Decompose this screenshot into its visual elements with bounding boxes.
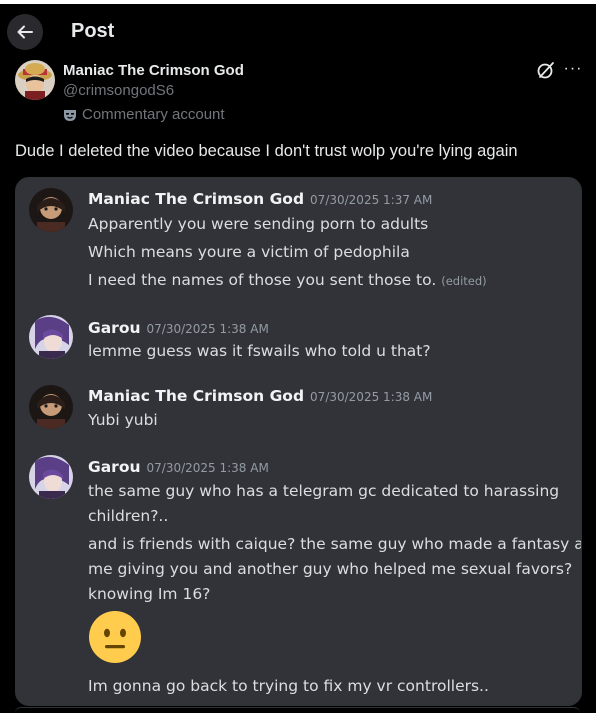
author-name[interactable]: Maniac The Crimson God <box>63 62 244 79</box>
back-button[interactable] <box>7 14 43 50</box>
message-timestamp: 07/30/2025 1:38 AM <box>146 322 269 336</box>
author-label-text: Commentary account <box>82 106 225 123</box>
author-label: Commentary account <box>63 106 225 123</box>
message-line: children?.. <box>88 507 169 525</box>
author-handle[interactable]: @crimsongodS6 <box>63 82 174 99</box>
message-line: Im gonna go back to trying to fix my vr … <box>88 677 489 695</box>
message-author: Maniac The Crimson God 07/30/2025 1:37 AM <box>88 190 433 208</box>
next-card-edge <box>15 707 580 713</box>
message-avatar <box>29 455 73 499</box>
message-author: Garou 07/30/2025 1:38 AM <box>88 458 269 476</box>
arrow-left-icon <box>17 25 33 39</box>
message-author: Maniac The Crimson God 07/30/2025 1:38 AM <box>88 387 433 405</box>
message-avatar <box>29 315 73 359</box>
message-avatar <box>29 385 73 429</box>
message-line: me giving you and another guy who helped… <box>88 560 573 578</box>
message-line: Which means youre a victim of pedophila <box>88 243 410 261</box>
message-timestamp: 07/30/2025 1:38 AM <box>146 461 269 475</box>
edited-label: (edited) <box>441 274 487 288</box>
message-avatar <box>29 188 73 232</box>
message-line: lemme guess was it fswails who told u th… <box>88 342 431 360</box>
message-line: and is friends with caique? the same guy… <box>88 535 582 553</box>
message-line: Apparently you were sending porn to adul… <box>88 215 429 233</box>
message-timestamp: 07/30/2025 1:37 AM <box>310 193 433 207</box>
page-title: Post <box>71 20 115 42</box>
post-author: Maniac The Crimson God @crimsongodS6 Com… <box>15 60 585 130</box>
author-avatar[interactable] <box>15 60 55 100</box>
message-line: I need the names of those you sent those… <box>88 271 487 289</box>
message-line: knowing Im 16? <box>88 585 211 603</box>
mask-icon <box>64 109 76 121</box>
message-author: Garou 07/30/2025 1:38 AM <box>88 319 269 337</box>
post-text: Dude I deleted the video because I don't… <box>15 142 518 160</box>
header: Post <box>0 4 596 56</box>
screenshot-attachment[interactable]: Maniac The Crimson God 07/30/2025 1:37 AM… <box>15 177 582 706</box>
neutral-face-icon <box>88 610 142 664</box>
message-timestamp: 07/30/2025 1:38 AM <box>310 390 433 404</box>
more-options-icon[interactable]: ··· <box>563 60 583 80</box>
message-line: Yubi yubi <box>88 411 158 429</box>
message-line: the same guy who has a telegram gc dedic… <box>88 482 560 500</box>
grok-icon[interactable] <box>536 60 556 80</box>
